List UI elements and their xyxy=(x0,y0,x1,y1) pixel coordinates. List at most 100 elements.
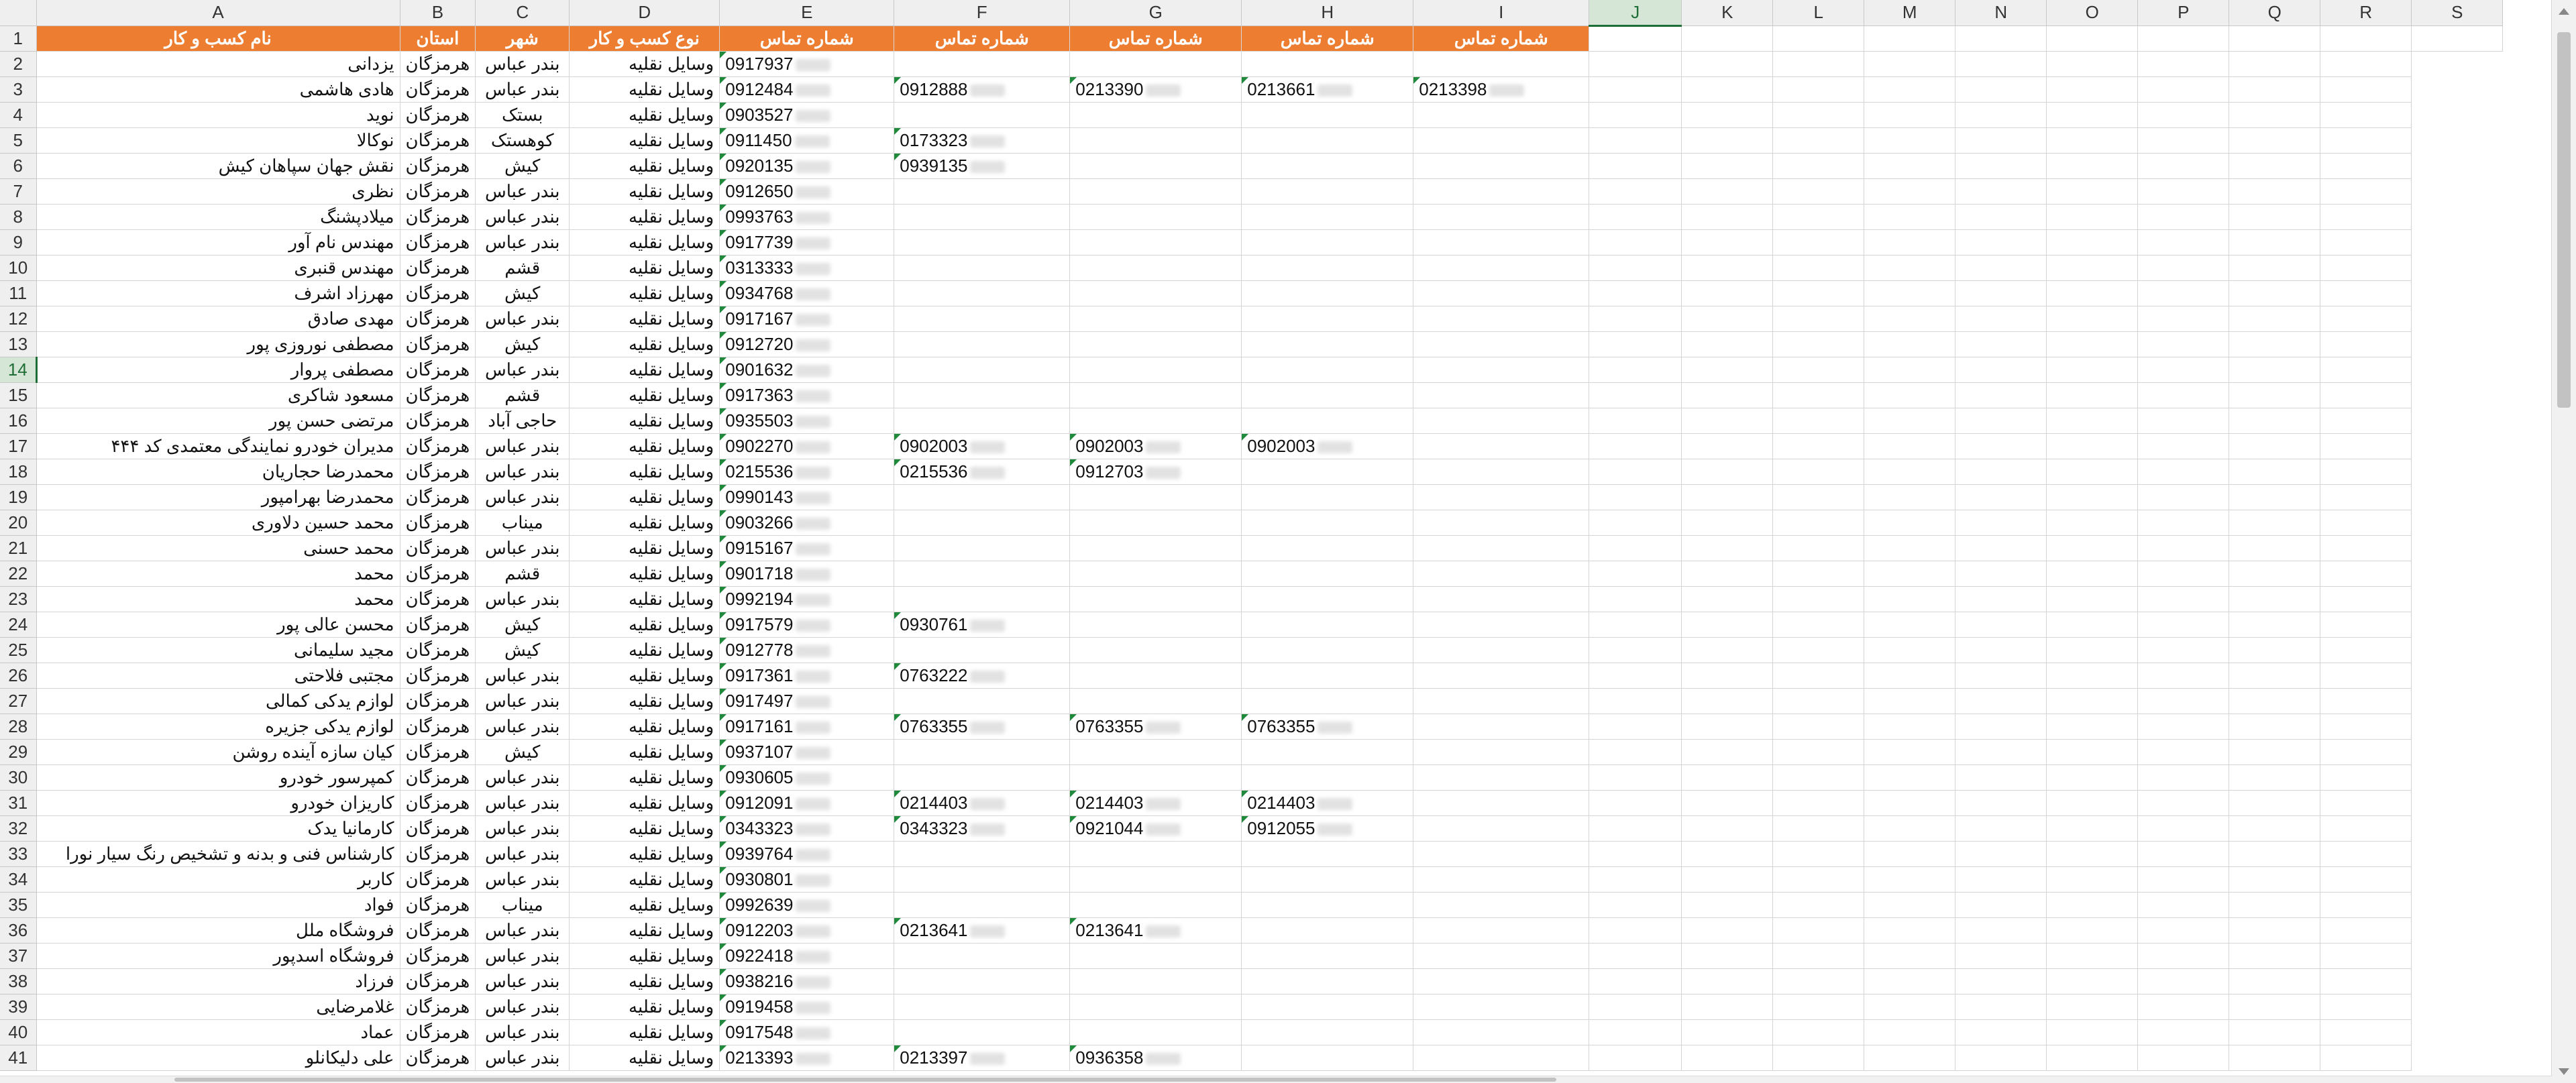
empty-cell[interactable] xyxy=(1955,433,2047,459)
business-type-cell[interactable]: وسایل نقلیه xyxy=(569,892,720,918)
column-header-p[interactable]: P xyxy=(2137,0,2230,26)
business-name-cell[interactable]: علی دلیکانلو xyxy=(36,1045,400,1071)
empty-cell[interactable] xyxy=(2046,25,2139,52)
business-name-cell[interactable]: کمپرسور خودرو xyxy=(36,764,400,791)
phone-cell[interactable] xyxy=(1413,178,1590,205)
empty-cell[interactable] xyxy=(1955,917,2047,944)
phone-cell[interactable] xyxy=(1069,280,1242,306)
row-header[interactable]: 13 xyxy=(0,331,37,357)
city-cell[interactable]: بندر عباس xyxy=(475,815,570,842)
empty-cell[interactable] xyxy=(2046,510,2139,536)
phone-cell[interactable] xyxy=(1413,841,1590,867)
empty-cell[interactable] xyxy=(2046,968,2139,994)
business-type-cell[interactable]: وسایل نقلیه xyxy=(569,663,720,689)
phone-cell[interactable] xyxy=(1413,102,1590,128)
empty-cell[interactable] xyxy=(2320,127,2412,154)
empty-cell[interactable] xyxy=(1772,612,1865,638)
province-cell[interactable]: هرمزگان xyxy=(400,586,476,612)
empty-cell[interactable] xyxy=(1772,841,1865,867)
phone-cell[interactable]: 0930761 xyxy=(894,612,1071,638)
empty-cell[interactable] xyxy=(2137,25,2230,52)
empty-cell[interactable] xyxy=(1772,815,1865,842)
empty-cell[interactable] xyxy=(1589,255,1682,281)
column-header-j[interactable]: J xyxy=(1589,0,1682,27)
province-cell[interactable]: هرمزگان xyxy=(400,1045,476,1071)
empty-cell[interactable] xyxy=(1681,459,1774,485)
empty-cell[interactable] xyxy=(1864,255,1956,281)
empty-cell[interactable] xyxy=(2137,994,2230,1020)
city-cell[interactable]: بندر عباس xyxy=(475,943,570,969)
phone-cell[interactable] xyxy=(1413,535,1590,561)
phone-cell[interactable] xyxy=(1241,382,1414,408)
row-header[interactable]: 30 xyxy=(0,764,37,791)
phone-cell[interactable] xyxy=(894,994,1071,1020)
city-cell[interactable]: بندر عباس xyxy=(475,306,570,332)
province-cell[interactable]: هرمزگان xyxy=(400,892,476,918)
empty-cell[interactable] xyxy=(1772,688,1865,714)
empty-cell[interactable] xyxy=(1681,25,1774,52)
phone-cell[interactable] xyxy=(1069,331,1242,357)
empty-cell[interactable] xyxy=(1864,815,1956,842)
empty-cell[interactable] xyxy=(1681,612,1774,638)
row-header[interactable]: 12 xyxy=(0,306,37,332)
header-cell[interactable]: شماره تماس xyxy=(719,25,895,52)
empty-cell[interactable] xyxy=(1681,815,1774,842)
empty-cell[interactable] xyxy=(1955,1045,2047,1071)
phone-cell[interactable] xyxy=(1413,943,1590,969)
province-cell[interactable]: هرمزگان xyxy=(400,229,476,255)
empty-cell[interactable] xyxy=(1864,357,1956,383)
empty-cell[interactable] xyxy=(1681,102,1774,128)
empty-cell[interactable] xyxy=(2229,892,2321,918)
province-cell[interactable]: هرمزگان xyxy=(400,204,476,230)
empty-cell[interactable] xyxy=(2137,459,2230,485)
empty-cell[interactable] xyxy=(2046,357,2139,383)
empty-cell[interactable] xyxy=(1681,255,1774,281)
empty-cell[interactable] xyxy=(1955,51,2047,77)
empty-cell[interactable] xyxy=(1772,586,1865,612)
phone-cell[interactable]: 0902270 xyxy=(719,433,895,459)
phone-cell[interactable] xyxy=(894,280,1071,306)
empty-cell[interactable] xyxy=(2229,1045,2321,1071)
province-cell[interactable]: هرمزگان xyxy=(400,459,476,485)
column-header-k[interactable]: K xyxy=(1681,0,1774,26)
phone-cell[interactable] xyxy=(894,535,1071,561)
empty-cell[interactable] xyxy=(1864,178,1956,205)
empty-cell[interactable] xyxy=(2046,229,2139,255)
phone-cell[interactable] xyxy=(1069,255,1242,281)
phone-cell[interactable] xyxy=(1069,178,1242,205)
empty-cell[interactable] xyxy=(2046,280,2139,306)
phone-cell[interactable]: 0939764 xyxy=(719,841,895,867)
phone-cell[interactable] xyxy=(1241,612,1414,638)
empty-cell[interactable] xyxy=(1772,153,1865,179)
empty-cell[interactable] xyxy=(2229,382,2321,408)
business-name-cell[interactable]: مجید سلیمانی xyxy=(36,637,400,663)
phone-cell[interactable] xyxy=(894,382,1071,408)
empty-cell[interactable] xyxy=(1772,102,1865,128)
empty-cell[interactable] xyxy=(1955,688,2047,714)
empty-cell[interactable] xyxy=(1955,739,2047,765)
phone-cell[interactable] xyxy=(1413,663,1590,689)
phone-cell[interactable] xyxy=(1241,1019,1414,1045)
phone-cell[interactable] xyxy=(1069,1019,1242,1045)
business-name-cell[interactable]: کاربر xyxy=(36,866,400,893)
city-cell[interactable]: بندر عباس xyxy=(475,76,570,103)
empty-cell[interactable] xyxy=(2046,739,2139,765)
phone-cell[interactable] xyxy=(1241,127,1414,154)
business-type-cell[interactable]: وسایل نقلیه xyxy=(569,612,720,638)
row-header[interactable]: 22 xyxy=(0,561,37,587)
phone-cell[interactable] xyxy=(1413,917,1590,944)
phone-cell[interactable] xyxy=(1069,968,1242,994)
empty-cell[interactable] xyxy=(1681,331,1774,357)
column-header-r[interactable]: R xyxy=(2320,0,2412,26)
phone-cell[interactable] xyxy=(1413,331,1590,357)
empty-cell[interactable] xyxy=(2137,382,2230,408)
phone-cell[interactable]: 0213398 xyxy=(1413,76,1590,103)
row-header[interactable]: 25 xyxy=(0,637,37,663)
empty-cell[interactable] xyxy=(1681,51,1774,77)
header-cell[interactable]: شماره تماس xyxy=(1069,25,1242,52)
empty-cell[interactable] xyxy=(2320,204,2412,230)
empty-cell[interactable] xyxy=(1864,127,1956,154)
phone-cell[interactable] xyxy=(1413,382,1590,408)
empty-cell[interactable] xyxy=(2046,994,2139,1020)
empty-cell[interactable] xyxy=(1864,866,1956,893)
